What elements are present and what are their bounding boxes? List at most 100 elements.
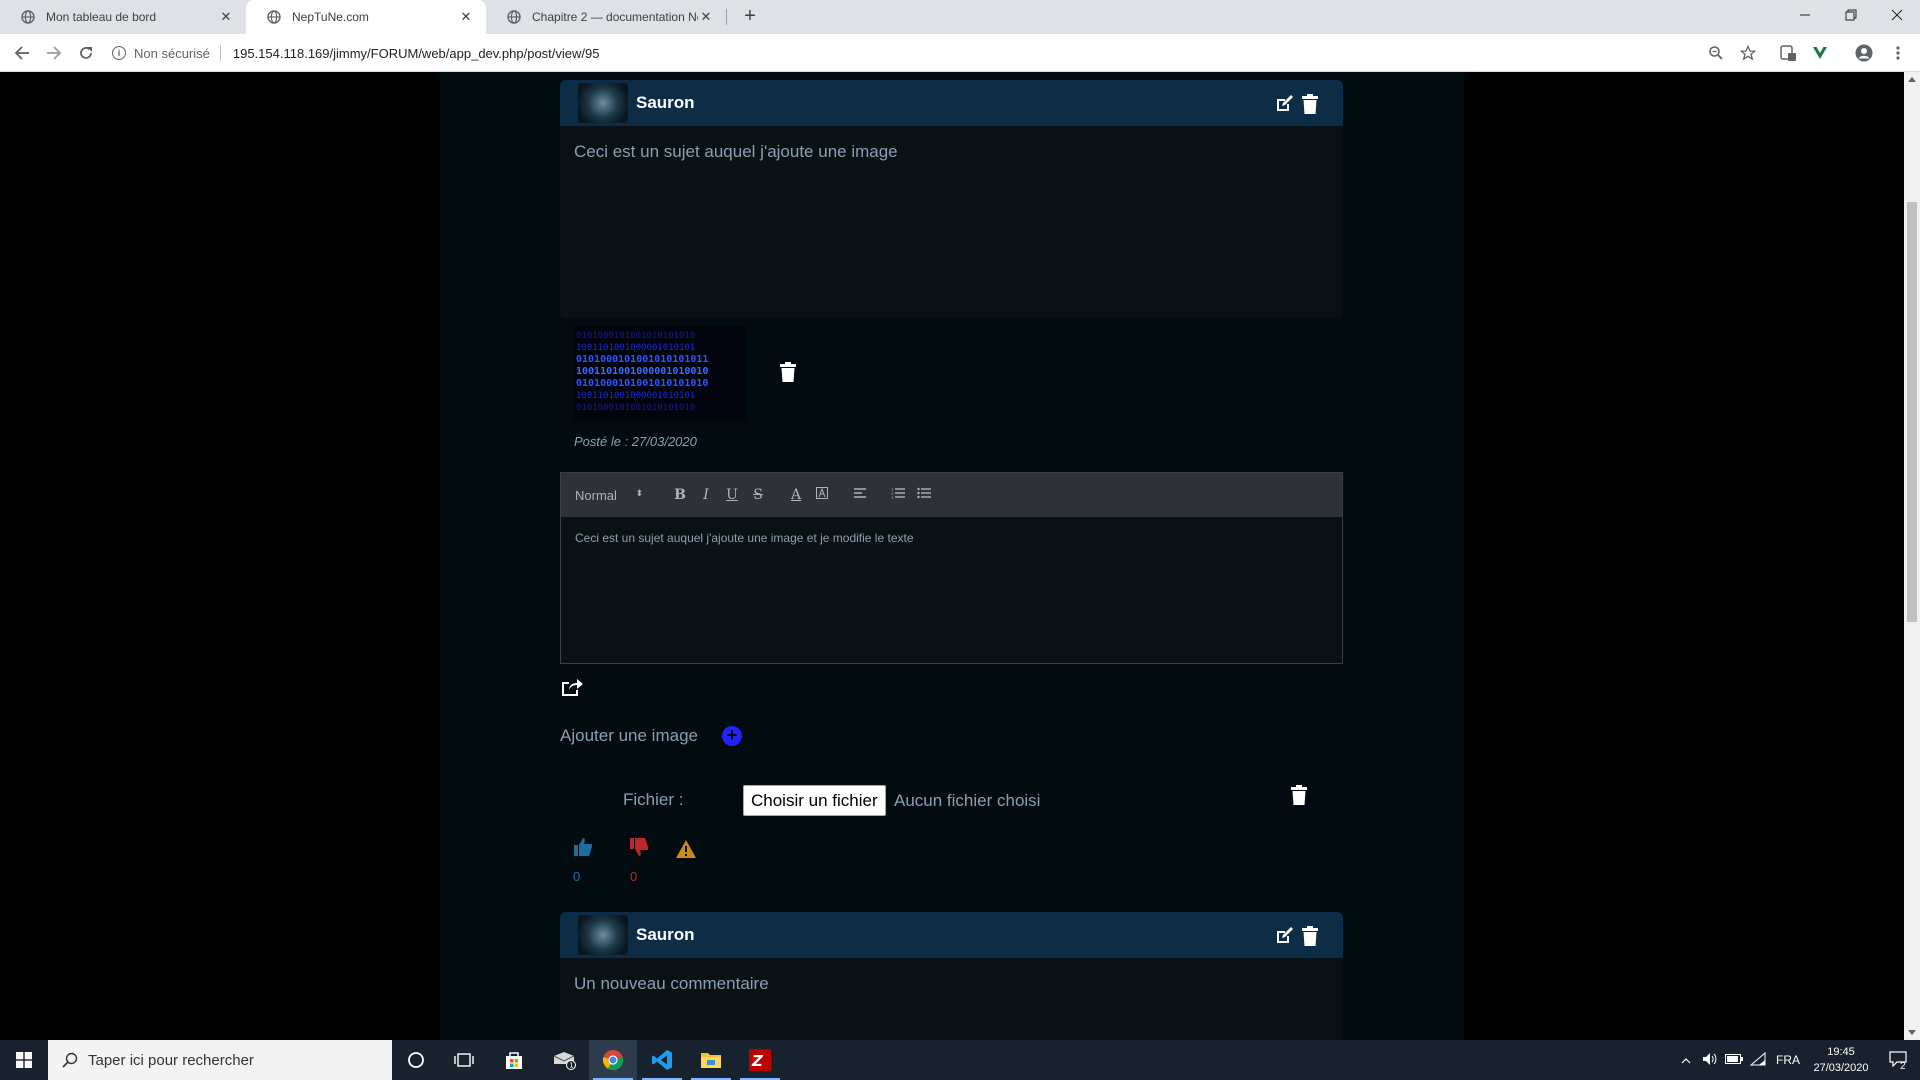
security-label[interactable]: Non sécurisé (134, 46, 210, 61)
vue-devtools-icon[interactable] (1810, 43, 1830, 63)
bookmark-star-icon[interactable] (1738, 43, 1758, 63)
svg-text:0101000101001010101010: 0101000101001010101010 (576, 378, 708, 389)
notifications-icon[interactable]: 2 (1876, 1050, 1920, 1072)
zoom-icon[interactable] (1706, 43, 1726, 63)
back-arrow-icon[interactable] (10, 41, 34, 65)
minimize-button[interactable] (1782, 0, 1828, 30)
clock[interactable]: 19:45 27/03/2020 (1806, 1044, 1876, 1076)
close-icon[interactable]: ✕ (698, 9, 714, 25)
file-explorer-icon[interactable] (687, 1040, 735, 1080)
store-icon[interactable] (490, 1040, 538, 1080)
chrome-taskbar-icon[interactable] (589, 1040, 637, 1080)
tab-neptune[interactable]: NepTuNe.com ✕ (246, 0, 486, 34)
mail-icon[interactable]: 1 (540, 1040, 588, 1080)
strike-button[interactable]: S (745, 487, 771, 503)
editor-toolbar: Normal ⬍ B I U S A 123 (561, 473, 1342, 517)
language-indicator[interactable]: FRA (1770, 1053, 1806, 1067)
underline-button[interactable]: U (719, 487, 745, 503)
no-file-text: Aucun fichier choisi (894, 791, 1041, 810)
trash-icon[interactable] (1299, 93, 1321, 115)
vscode-icon[interactable] (638, 1040, 686, 1080)
add-image-button[interactable]: + (722, 726, 742, 746)
windows-taskbar: Taper ici pour rechercher 1 Z FRA 19:45 … (0, 1040, 1920, 1080)
thumbs-down-icon[interactable] (628, 836, 650, 858)
file-label: Fichier : (623, 790, 684, 809)
tab-title: Chapitre 2 — documentation Ne (532, 10, 698, 24)
cortana-icon[interactable] (392, 1040, 440, 1080)
edit-icon[interactable] (1273, 925, 1295, 947)
comment-content: Un nouveau commentaire (574, 974, 769, 993)
share-icon[interactable] (561, 676, 583, 698)
svg-text:1001101001000001010101: 1001101001000001010101 (576, 391, 695, 401)
format-select[interactable]: Normal ⬍ (575, 488, 649, 503)
italic-button[interactable]: I (693, 487, 719, 503)
clock-time: 19:45 (1827, 1046, 1855, 1058)
profile-avatar-icon[interactable] (1854, 43, 1874, 63)
svg-text:Z: Z (751, 1052, 764, 1070)
trash-icon[interactable] (1299, 925, 1321, 947)
info-icon[interactable]: i (112, 46, 126, 60)
page-scrollbar[interactable] (1904, 72, 1920, 1040)
align-icon[interactable] (847, 487, 873, 503)
close-window-button[interactable] (1874, 0, 1920, 30)
battery-icon[interactable] (1722, 1053, 1746, 1067)
post-author[interactable]: Sauron (636, 93, 695, 113)
choose-file-button[interactable]: Choisir un fichier (743, 785, 886, 816)
omnibox[interactable]: i Non sécurisé 195.154.118.169/jimmy/FOR… (112, 39, 1762, 67)
post-header: Sauron (560, 80, 1343, 126)
highlight-color-icon[interactable] (809, 487, 835, 503)
new-tab-button[interactable]: + (738, 5, 762, 29)
comment-author[interactable]: Sauron (636, 925, 695, 945)
globe-icon (266, 9, 282, 25)
scroll-thumb[interactable] (1907, 202, 1917, 622)
trash-icon[interactable] (1288, 784, 1310, 806)
tab-strip: Mon tableau de bord ✕ NepTuNe.com ✕ Chap… (0, 0, 1920, 34)
rich-text-editor: Normal ⬍ B I U S A 123 Ceci est un sujet… (560, 472, 1343, 664)
posted-date: Posté le : 27/03/2020 (574, 434, 697, 449)
svg-text:0101000101001010101010: 0101000101001010101010 (576, 403, 695, 413)
close-icon[interactable]: ✕ (218, 9, 234, 25)
wifi-icon[interactable] (1746, 1051, 1770, 1069)
url-text[interactable]: 195.154.118.169/jimmy/FORUM/web/app_dev.… (233, 46, 600, 61)
tab-title: Mon tableau de bord (46, 10, 157, 24)
svg-text:0101000101001010101011: 0101000101001010101011 (576, 354, 708, 365)
scroll-down-arrow-icon[interactable] (1908, 1030, 1916, 1035)
text-color-button[interactable]: A (783, 487, 809, 503)
bullet-list-icon[interactable] (911, 487, 937, 503)
tab-chapitre[interactable]: Chapitre 2 — documentation Ne ✕ (486, 0, 726, 34)
volume-icon[interactable] (1698, 1052, 1722, 1069)
svg-text:0101000101001010101010: 0101000101001010101010 (576, 331, 695, 341)
chevron-up-icon[interactable] (1674, 1053, 1698, 1067)
bold-button[interactable]: B (667, 487, 693, 503)
tab-title: NepTuNe.com (292, 10, 369, 24)
post-content: Ceci est un sujet auquel j'ajoute une im… (574, 142, 898, 161)
windows-start-icon[interactable] (0, 1040, 48, 1080)
globe-icon (20, 9, 36, 25)
forward-arrow-icon[interactable] (42, 41, 66, 65)
editor-text[interactable]: Ceci est un sujet auquel j'ajoute une im… (561, 517, 1342, 559)
warning-icon[interactable] (675, 838, 697, 860)
globe-icon (506, 9, 522, 25)
restore-button[interactable] (1828, 0, 1874, 30)
svg-text:1: 1 (569, 1062, 573, 1070)
search-icon (62, 1052, 78, 1068)
tab-dashboard[interactable]: Mon tableau de bord ✕ (0, 0, 246, 34)
tab-divider (726, 9, 727, 25)
reload-icon[interactable] (74, 41, 98, 65)
post-actions (1273, 93, 1321, 115)
ordered-list-icon[interactable]: 123 (885, 487, 911, 503)
scroll-up-arrow-icon[interactable] (1908, 77, 1916, 82)
filezilla-icon[interactable]: Z (736, 1040, 784, 1080)
chevron-updown-icon: ⬍ (635, 487, 643, 498)
task-view-icon[interactable] (440, 1040, 488, 1080)
extension-icon[interactable] (1778, 43, 1798, 63)
trash-icon[interactable] (777, 361, 799, 383)
comment-header: Sauron (560, 912, 1343, 958)
edit-icon[interactable] (1273, 93, 1295, 115)
svg-text:1001101001000001010010: 1001101001000001010010 (576, 366, 708, 377)
menu-dots-icon[interactable] (1888, 43, 1908, 63)
taskbar-search[interactable]: Taper ici pour rechercher (48, 1040, 392, 1080)
close-icon[interactable]: ✕ (458, 9, 474, 25)
attachment-image[interactable]: 0101000101001010101010 10011010010000010… (574, 326, 746, 420)
thumbs-up-icon[interactable] (572, 836, 594, 858)
